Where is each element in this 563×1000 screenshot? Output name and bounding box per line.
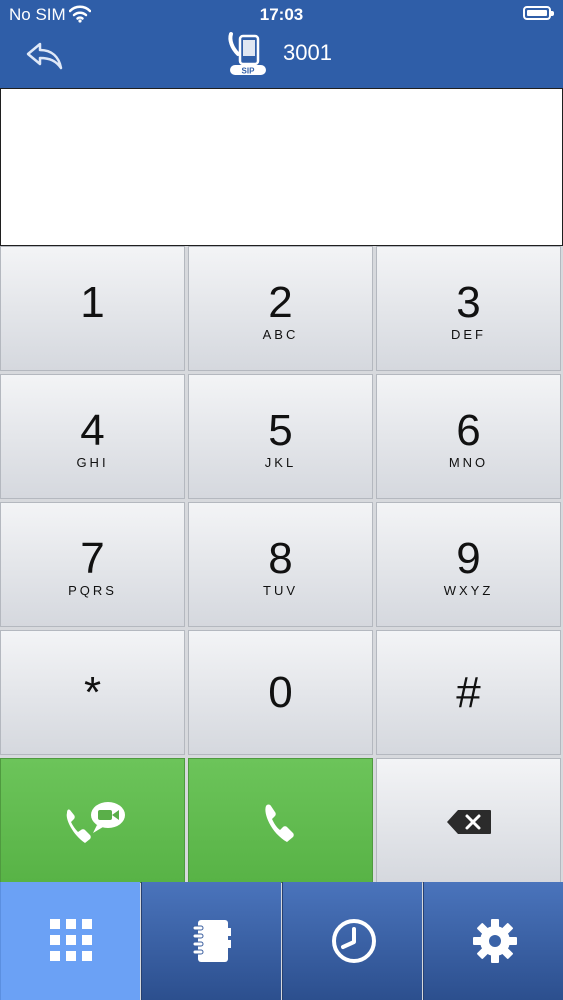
key-7[interactable]: 7 PQRS xyxy=(0,502,185,627)
number-display[interactable] xyxy=(0,88,563,246)
clock-icon xyxy=(332,919,376,963)
key-3[interactable]: 3 DEF xyxy=(376,246,561,371)
call-button[interactable] xyxy=(188,758,373,883)
keypad: 1 2 ABC 3 DEF 4 GHI 5 JKL 6 MNO 7 PQRS 8… xyxy=(0,246,563,883)
backspace-icon xyxy=(447,810,491,834)
sip-label: SIP xyxy=(242,67,256,76)
key-letters: MNO xyxy=(448,455,489,470)
phone-icon xyxy=(265,804,294,842)
nav-bar: SIP 3001 xyxy=(0,28,563,88)
key-digit: 1 xyxy=(80,278,105,327)
key-digit: 0 xyxy=(268,668,293,717)
video-call-button[interactable] xyxy=(0,758,185,883)
key-digit: # xyxy=(456,668,481,717)
key-letters: DEF xyxy=(451,327,486,342)
key-letters: TUV xyxy=(263,583,298,598)
key-digit: 9 xyxy=(456,534,481,583)
key-letters: GHI xyxy=(76,455,109,470)
key-digit: 4 xyxy=(80,406,105,455)
key-star[interactable]: * xyxy=(0,630,185,755)
key-digit: 8 xyxy=(268,534,293,583)
account-number: 3001 xyxy=(283,40,332,65)
app-header: No SIM 17:03 SIP 3001 xyxy=(0,0,563,88)
key-6[interactable]: 6 MNO xyxy=(376,374,561,499)
key-digit: 2 xyxy=(268,278,293,327)
dialpad-grid-icon xyxy=(50,919,92,961)
key-letters: PQRS xyxy=(68,583,117,598)
gear-icon xyxy=(473,919,517,963)
battery-icon xyxy=(523,6,554,20)
clock-time: 17:03 xyxy=(259,5,304,24)
key-9[interactable]: 9 WXYZ xyxy=(376,502,561,627)
tab-dialpad[interactable] xyxy=(0,882,140,1000)
key-digit: 7 xyxy=(80,534,105,583)
key-4[interactable]: 4 GHI xyxy=(0,374,185,499)
backspace-button[interactable] xyxy=(376,758,561,883)
tab-contacts[interactable] xyxy=(141,882,281,1000)
tab-history[interactable] xyxy=(282,882,422,1000)
key-2[interactable]: 2 ABC xyxy=(188,246,373,371)
tab-settings[interactable] xyxy=(423,882,563,1000)
tab-bar xyxy=(0,882,563,1000)
key-letters: ABC xyxy=(262,327,299,342)
address-book-icon xyxy=(192,920,231,962)
key-1[interactable]: 1 xyxy=(0,246,185,371)
key-digit: 5 xyxy=(268,406,293,455)
status-bar: No SIM 17:03 xyxy=(0,0,563,28)
key-digit: 3 xyxy=(456,278,481,327)
video-call-icon xyxy=(66,802,125,843)
back-arrow-icon[interactable] xyxy=(24,38,66,72)
key-hash[interactable]: # xyxy=(376,630,561,755)
key-8[interactable]: 8 TUV xyxy=(188,502,373,627)
sip-phone-icon: SIP xyxy=(228,32,266,76)
key-0[interactable]: 0 xyxy=(188,630,373,755)
key-digit: 6 xyxy=(456,406,481,455)
key-digit: * xyxy=(83,668,102,717)
key-letters: JKL xyxy=(264,455,297,470)
key-letters: WXYZ xyxy=(443,583,494,598)
key-5[interactable]: 5 JKL xyxy=(188,374,373,499)
